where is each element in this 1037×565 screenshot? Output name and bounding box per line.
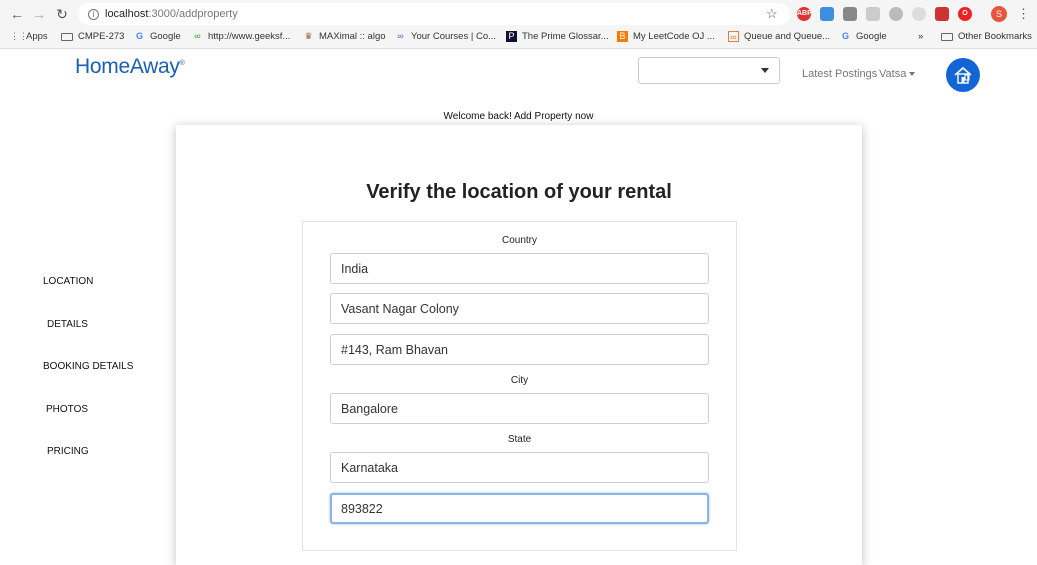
bookmark-apps[interactable]: ⋮⋮ Apps — [10, 31, 48, 42]
folder-icon — [941, 32, 953, 41]
street-input[interactable] — [330, 293, 709, 324]
google-icon: G — [841, 31, 849, 41]
forward-arrow-icon[interactable]: → — [28, 3, 50, 25]
bookmark-google-2[interactable]: G Google — [840, 31, 887, 42]
extension-icon-6[interactable] — [935, 7, 949, 21]
maximal-icon: ♛ — [304, 31, 313, 41]
extension-icon-1[interactable] — [820, 7, 834, 21]
house-icon — [954, 66, 972, 84]
bookmark-geeks[interactable]: ∞ http://www.geeksf... — [192, 31, 290, 42]
page-title: Verify the location of your rental — [366, 181, 672, 203]
courses-icon: ∞ — [397, 31, 404, 41]
extension-icon-2[interactable] — [843, 7, 857, 21]
adblock-extension-icon[interactable]: ABP — [797, 7, 812, 21]
reload-icon[interactable]: ↻ — [51, 3, 73, 25]
brand-logo[interactable]: HomeAway® — [75, 55, 185, 79]
profile-avatar[interactable]: S — [991, 6, 1007, 22]
extension-icon-3[interactable] — [866, 7, 880, 21]
browser-toolbar: ← → ↻ i localhost:3000/addproperty ☆ ABP… — [0, 0, 1037, 28]
caret-down-icon — [761, 68, 769, 73]
bookmark-courses[interactable]: ∞ Your Courses | Co... — [395, 31, 496, 42]
bookmark-folder[interactable]: CMPE-273 — [61, 31, 124, 42]
country-label: Country — [501, 235, 537, 246]
opera-extension-icon[interactable]: O — [958, 7, 972, 21]
zip-input[interactable] — [330, 493, 709, 524]
user-menu[interactable]: Vatsa — [879, 68, 916, 80]
sidebar-item-details[interactable]: DETAILS — [47, 319, 88, 330]
latest-postings-link[interactable]: Latest Postings — [802, 68, 877, 80]
state-label: State — [507, 434, 532, 445]
google-icon: G — [135, 31, 143, 41]
blogger-icon: B — [617, 31, 628, 42]
unit-input[interactable] — [330, 334, 709, 365]
url-path: :3000/addproperty — [148, 8, 238, 20]
bookmark-prime[interactable]: P The Prime Glossar... — [506, 31, 609, 42]
bookmark-maximal[interactable]: ♛ MAXimal :: algo — [303, 31, 385, 42]
folder-icon — [61, 32, 73, 41]
bookmarks-bar: ⋮⋮ Apps CMPE-273 G Google ∞ http://www.geek… — [0, 28, 1037, 49]
sidebar-item-pricing[interactable]: PRICING — [47, 446, 89, 457]
back-arrow-icon[interactable]: ← — [6, 3, 28, 25]
extension-icon-5[interactable] — [912, 7, 926, 21]
welcome-message: Welcome back! Add Property now — [443, 111, 594, 122]
queue-icon: ∞ — [728, 31, 739, 42]
add-property-card: Verify the location of your rental Count… — [176, 125, 862, 565]
extension-icon-4[interactable] — [889, 7, 903, 21]
sidebar-item-photos[interactable]: PHOTOS — [46, 404, 88, 415]
bookmark-star-icon[interactable]: ☆ — [766, 6, 778, 22]
city-label: City — [510, 375, 529, 386]
homeaway-logo-icon[interactable] — [946, 58, 980, 92]
prime-icon: P — [506, 31, 517, 42]
caret-down-icon — [909, 72, 916, 77]
location-form: Country City State — [302, 221, 737, 551]
bookmark-leetcode[interactable]: B My LeetCode OJ ... — [617, 31, 715, 42]
state-input[interactable] — [330, 452, 709, 483]
bookmark-google[interactable]: G Google — [134, 31, 181, 42]
bookmarks-overflow-icon[interactable]: » — [918, 31, 923, 42]
sidebar-item-booking-details[interactable]: BOOKING DETAILS — [43, 361, 133, 372]
address-bar[interactable]: i localhost:3000/addproperty — [78, 3, 790, 25]
geeks-icon: ∞ — [194, 31, 201, 41]
bookmark-other[interactable]: Other Bookmarks — [941, 31, 1032, 42]
sidebar-item-location[interactable]: LOCATION — [43, 276, 93, 287]
url-host: localhost — [105, 8, 149, 20]
navbar-select[interactable] — [638, 57, 780, 84]
info-icon[interactable]: i — [88, 8, 99, 20]
bookmark-queue[interactable]: ∞ Queue and Queue... — [728, 31, 830, 42]
browser-menu-icon[interactable]: ⋮ — [1017, 6, 1030, 22]
country-input[interactable] — [330, 253, 709, 284]
apps-grid-icon: ⋮⋮ — [10, 31, 28, 41]
city-input[interactable] — [330, 393, 709, 424]
